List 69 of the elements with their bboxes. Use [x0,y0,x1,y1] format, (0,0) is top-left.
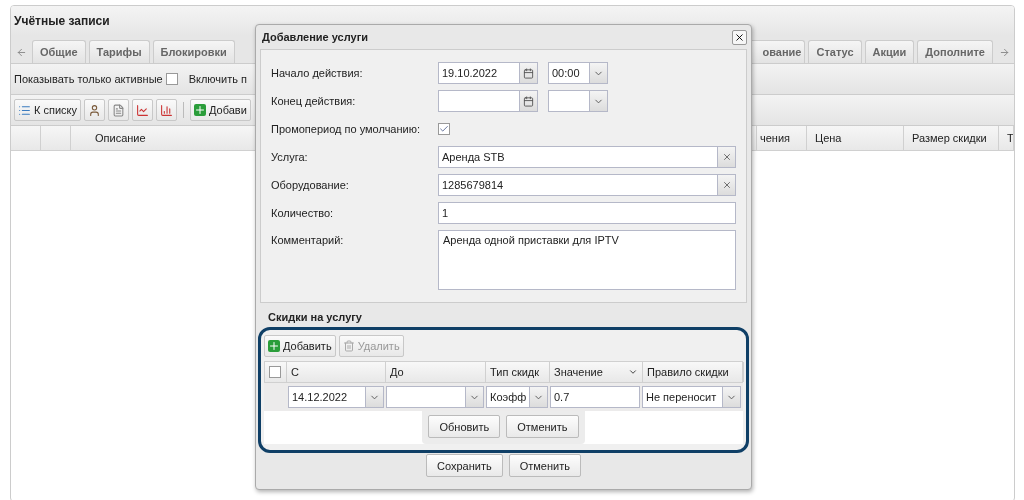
add-button[interactable]: Добавить [264,335,336,357]
calendar-icon [523,95,534,107]
field-label: Промопериод по умолчанию: [271,123,421,135]
tab[interactable]: Общие [32,40,86,63]
combo-field[interactable]: Не переносит [642,386,741,408]
tab[interactable]: Тарифы [88,40,150,63]
user-button[interactable] [84,99,105,121]
field-label: Количество: [271,207,335,219]
add-button[interactable]: Добави [190,99,251,121]
field-label: Конец действия: [271,95,357,107]
close-icon [734,31,745,43]
tab[interactable]: Акции [864,40,915,63]
line-chart-button[interactable] [132,99,153,121]
tab[interactable]: Статус [808,40,862,63]
input-field[interactable]: 0.7 [550,386,640,408]
field-label: Услуга: [271,151,309,163]
plus-icon [268,340,280,352]
document-icon [112,103,125,117]
date-field[interactable]: 19.10.2022 [438,62,538,84]
update-button[interactable]: Обновить [428,415,501,438]
list-button[interactable]: К списку [14,99,81,121]
section-title: Скидки на услугу [267,310,363,325]
save-button[interactable]: Сохранить [426,454,503,477]
list-icon [18,103,31,117]
column-header: Размер скидки [904,126,999,150]
date-field[interactable]: 14.12.2022 [288,386,384,408]
clear-icon [721,152,732,162]
combo-field[interactable]: Коэфф [486,386,548,408]
column-header: Правило скидки [643,362,744,382]
column-header: Тип скидк [486,362,550,382]
user-icon [88,103,101,117]
checkbox[interactable] [438,123,450,135]
combo-field[interactable]: Аренда STB [438,146,736,168]
clear-icon [721,180,732,190]
calendar-icon [523,67,534,79]
column-header: Цена [807,126,904,150]
close-button[interactable] [732,29,747,45]
comment-field[interactable]: Аренда одной приставки для IPTV [438,230,736,290]
time-field[interactable]: 00:00 [548,62,608,84]
scroll-left-icon[interactable] [15,46,27,58]
cancel-button[interactable]: Отменить [506,415,579,438]
plus-icon [194,104,206,116]
field-label: Оборудование: [271,179,350,191]
bar-chart-icon [160,103,173,117]
tab[interactable]: Блокировки [152,40,235,63]
filter-label: Включить п [188,73,248,85]
scroll-right-icon[interactable] [998,46,1010,58]
date-field[interactable] [386,386,484,408]
combo-field[interactable]: 1285679814 [438,174,736,196]
checkbox[interactable] [269,366,281,378]
column-header: Т [999,126,1014,150]
bar-chart-button[interactable] [156,99,177,121]
tab[interactable]: Дополните [917,40,993,63]
time-field[interactable] [548,90,608,112]
line-chart-icon [136,103,149,117]
column-header: чения [757,126,807,150]
date-field[interactable] [438,90,538,112]
chevron-down-icon[interactable] [628,367,638,377]
field-label: Комментарий: [271,233,345,246]
input-field[interactable]: 1 [438,202,736,224]
filter-label: Показывать только активные [14,73,163,85]
document-button[interactable] [108,99,129,121]
cancel-button[interactable]: Отменить [508,454,581,477]
field-label: Начало действия: [271,67,364,79]
column-header: До [386,362,486,382]
trash-icon [342,340,355,352]
checkbox[interactable] [165,73,178,85]
column-header: Значение [554,366,603,378]
column-header: С [287,362,386,382]
